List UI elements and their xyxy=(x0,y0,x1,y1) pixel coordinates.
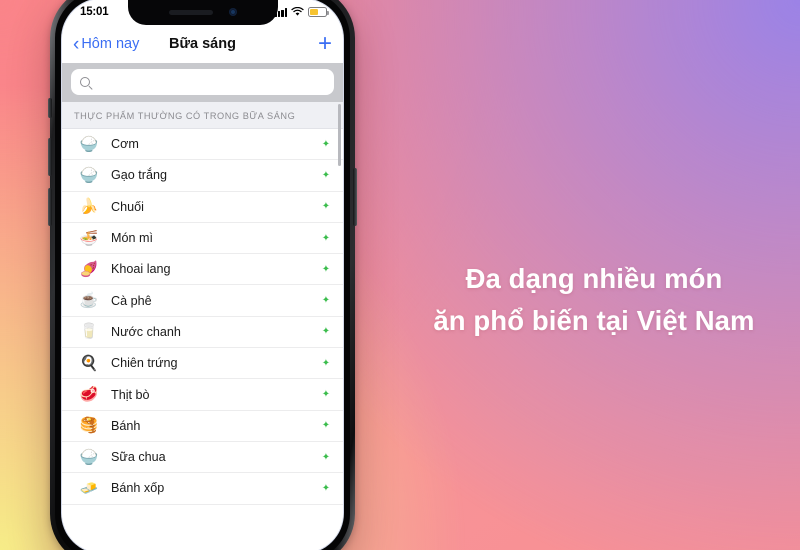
volume-up-button[interactable] xyxy=(48,138,52,176)
food-list-item[interactable]: 🍚 Gạo trắng ✦ xyxy=(62,160,343,192)
headline-line-2: ăn phổ biến tại Việt Nam xyxy=(433,304,755,336)
favorite-star-icon[interactable]: ✦ xyxy=(309,326,343,337)
mute-switch-button[interactable] xyxy=(48,98,52,118)
battery-fill-level xyxy=(310,9,318,15)
food-item-label: Chuối xyxy=(111,199,144,214)
food-list-item[interactable]: 🍚 Cơm ✦ xyxy=(62,129,343,161)
favorite-star-icon[interactable]: ✦ xyxy=(309,389,343,400)
white-rice-icon: 🍚 xyxy=(79,166,99,184)
rice-bowl-icon: 🍚 xyxy=(79,135,99,153)
notch xyxy=(127,0,278,25)
noodles-bowl-icon: 🍜 xyxy=(79,229,99,247)
favorite-star-icon[interactable]: ✦ xyxy=(309,358,343,369)
phone-device-frame: 15:01 ‹ Hôm nay Bữa sáng + THỰC PHẨM THƯ… xyxy=(48,0,357,550)
food-item-label: Khoai lang xyxy=(111,262,171,277)
favorite-star-icon[interactable]: ✦ xyxy=(309,201,343,212)
food-item-label: Sữa chua xyxy=(111,450,166,465)
food-list-item[interactable]: 🧈 Bánh xốp ✦ xyxy=(62,473,343,505)
plus-icon: + xyxy=(317,30,332,57)
lemonade-glass-icon: 🥛 xyxy=(79,323,99,341)
search-field[interactable] xyxy=(71,69,334,95)
favorite-star-icon[interactable]: ✦ xyxy=(309,483,343,494)
sweet-potato-icon: 🍠 xyxy=(79,260,99,278)
front-camera-icon xyxy=(228,8,237,16)
favorite-star-icon[interactable]: ✦ xyxy=(309,170,343,181)
favorite-star-icon[interactable]: ✦ xyxy=(309,264,343,275)
food-list-item[interactable]: 🥞 Bánh ✦ xyxy=(62,410,343,442)
power-button[interactable] xyxy=(353,168,357,226)
favorite-star-icon[interactable]: ✦ xyxy=(309,452,343,463)
search-bar-container xyxy=(62,63,343,102)
chevron-left-icon: ‹ xyxy=(73,33,80,55)
navigation-bar: ‹ Hôm nay Bữa sáng + xyxy=(62,25,343,63)
food-item-label: Gạo trắng xyxy=(111,168,168,183)
food-item-label: Bánh xốp xyxy=(111,481,165,496)
food-item-label: Bánh xyxy=(111,418,141,433)
yogurt-bowl-icon: 🍚 xyxy=(79,448,99,466)
phone-bezel: 15:01 ‹ Hôm nay Bữa sáng + THỰC PHẨM THƯ… xyxy=(55,0,350,550)
food-list-item[interactable]: 🍚 Sữa chua ✦ xyxy=(62,441,343,474)
food-list-container: THỰC PHẨM THƯỜNG CÓ TRONG BỮA SÁNG 🍚 Cơm ✦… xyxy=(62,102,343,545)
list-section-header: THỰC PHẨM THƯỜNG CÓ TRONG BỮA SÁNG xyxy=(62,102,343,129)
wifi-icon xyxy=(291,7,304,16)
food-list-item[interactable]: 🍜 Món mì ✦ xyxy=(62,222,343,255)
food-item-label: Cơm xyxy=(111,137,139,152)
food-list-item[interactable]: 🥛 Nước chanh ✦ xyxy=(62,316,343,349)
favorite-star-icon[interactable]: ✦ xyxy=(309,295,343,306)
volume-down-button[interactable] xyxy=(48,188,52,226)
status-bar-indicators xyxy=(274,7,329,17)
favorite-star-icon[interactable]: ✦ xyxy=(309,233,343,244)
battery-icon xyxy=(308,7,329,17)
favorite-star-icon[interactable]: ✦ xyxy=(309,420,343,431)
phone-screen: 15:01 ‹ Hôm nay Bữa sáng + THỰC PHẨM THƯ… xyxy=(61,0,344,550)
earpiece-speaker-icon xyxy=(168,9,213,15)
wafer-icon: 🧈 xyxy=(79,479,99,497)
search-icon xyxy=(80,77,90,87)
food-item-label: Chiên trứng xyxy=(111,356,178,371)
food-item-label: Món mì xyxy=(111,231,153,246)
status-bar-time: 15:01 xyxy=(80,6,109,18)
back-button[interactable]: ‹ Hôm nay xyxy=(73,35,139,54)
marketing-headline: Đa dạng nhiều món ăn phổ biến tại Việt N… xyxy=(398,258,790,342)
back-button-label: Hôm nay xyxy=(81,36,140,52)
search-input[interactable] xyxy=(96,75,325,89)
fried-egg-icon: 🍳 xyxy=(79,354,99,372)
food-list-item[interactable]: ☕ Cà phê ✦ xyxy=(62,285,343,317)
add-food-button[interactable]: + xyxy=(318,32,332,56)
food-list-item[interactable]: 🍠 Khoai lang ✦ xyxy=(62,254,343,286)
food-list-item[interactable]: 🥩 Thịt bò ✦ xyxy=(62,379,343,411)
food-list-item[interactable]: 🍳 Chiên trứng ✦ xyxy=(62,348,343,380)
food-item-label: Nước chanh xyxy=(111,324,181,339)
food-list: 🍚 Cơm ✦ 🍚 Gạo trắng ✦ 🍌 Chuối ✦ 🍜 Món mì ✦ 🍠 Khoai la… xyxy=(62,129,343,505)
headline-line-1: Đa dạng nhiều món xyxy=(465,263,723,294)
food-item-label: Cà phê xyxy=(111,293,152,308)
food-item-label: Thịt bò xyxy=(111,387,150,402)
pancakes-icon: 🥞 xyxy=(79,417,99,435)
list-scrollbar[interactable] xyxy=(337,104,341,166)
coffee-cup-icon: ☕ xyxy=(79,292,99,310)
food-list-item[interactable]: 🍌 Chuối ✦ xyxy=(62,191,343,223)
banana-icon: 🍌 xyxy=(79,198,99,216)
beef-cut-icon: 🥩 xyxy=(79,386,99,404)
